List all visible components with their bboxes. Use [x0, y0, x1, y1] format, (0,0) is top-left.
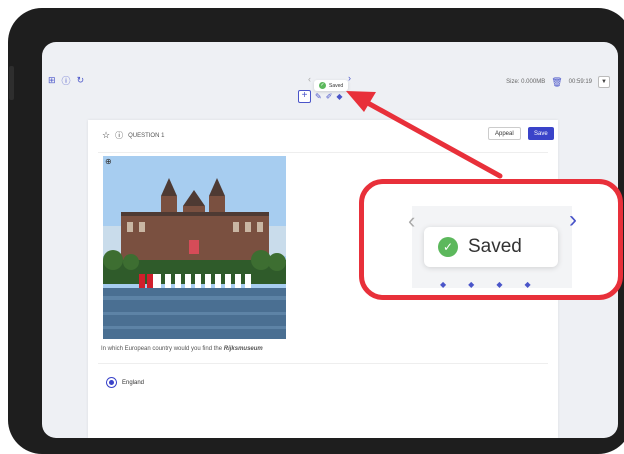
pointer-arrow	[346, 91, 503, 179]
